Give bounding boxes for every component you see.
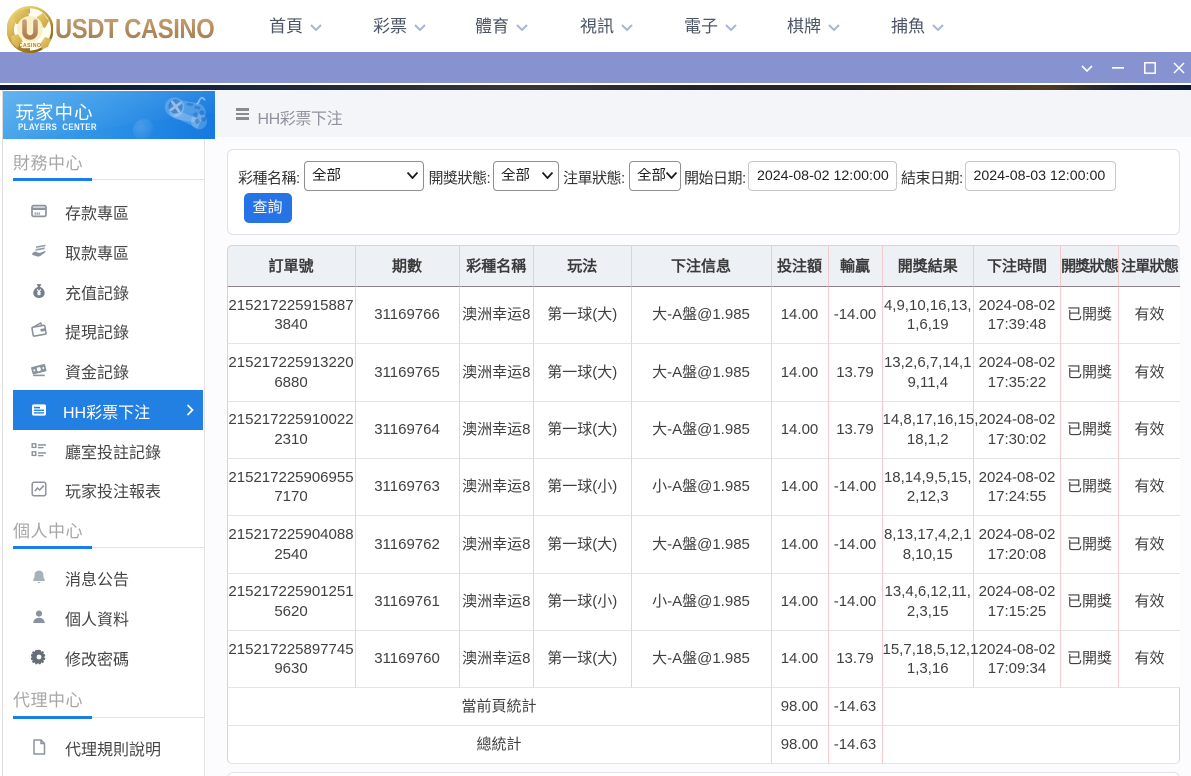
svg-text:CASINO: CASINO (19, 43, 42, 49)
